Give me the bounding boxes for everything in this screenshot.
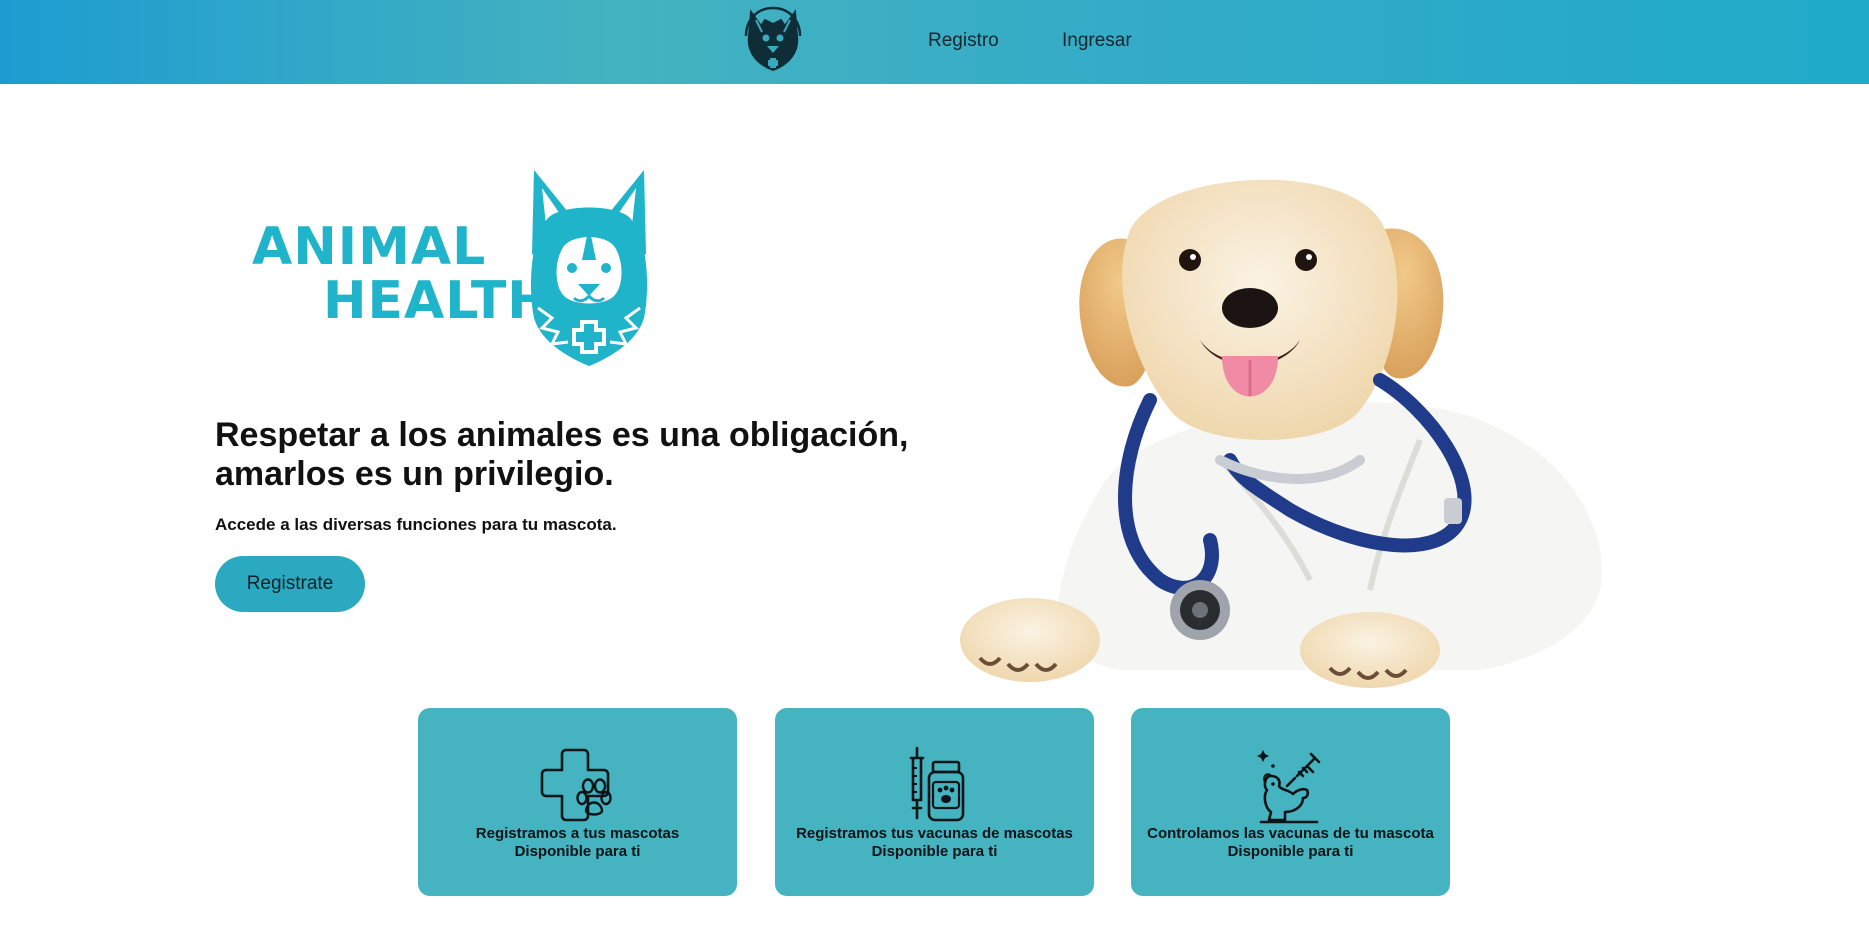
brand-text-line2: HEALTH <box>323 271 552 331</box>
feature-card-text: Controlamos las vacunas de tu mascota Di… <box>1131 825 1450 861</box>
hero-title-line2: amarlos es un privilegio. <box>215 455 614 493</box>
feature-card-text: Registramos a tus mascotas Disponible pa… <box>418 825 737 861</box>
dog-medical-logo-icon[interactable] <box>743 6 803 72</box>
feature-card-title: Registramos a tus mascotas <box>475 825 680 842</box>
brand-text-line1: ANIMAL <box>252 217 487 277</box>
top-navbar: Registro Ingresar <box>0 0 1869 84</box>
paw-cross-icon <box>540 748 612 822</box>
puppy-with-stethoscope-image <box>960 179 1602 688</box>
nav-link-registro[interactable]: Registro <box>928 30 999 52</box>
syringe-bottle-icon <box>909 746 964 822</box>
hero-title: Respetar a los animales es una obligació… <box>215 416 935 494</box>
feature-card-caption: Disponible para ti <box>1227 843 1354 860</box>
feature-card-registro-vacunas[interactable]: Registramos tus vacunas de mascotas Disp… <box>775 708 1094 896</box>
dog-head-cross-icon <box>530 170 648 366</box>
feature-card-title: Controlamos las vacunas de tu mascota <box>1147 825 1434 842</box>
nav-link-ingresar[interactable]: Ingresar <box>1062 30 1132 52</box>
registrate-button[interactable]: Registrate <box>215 556 365 612</box>
hero-title-line1: Respetar a los animales es una obligació… <box>215 416 909 454</box>
feature-card-caption: Disponible para ti <box>514 843 641 860</box>
dog-syringe-icon <box>1256 750 1320 824</box>
feature-card-text: Registramos tus vacunas de mascotas Disp… <box>775 825 1094 861</box>
feature-card-registro-mascotas[interactable]: Registramos a tus mascotas Disponible pa… <box>418 708 737 896</box>
feature-card-caption: Disponible para ti <box>871 843 998 860</box>
feature-card-title: Registramos tus vacunas de mascotas <box>796 825 1073 842</box>
feature-card-control-vacunas[interactable]: Controlamos las vacunas de tu mascota Di… <box>1131 708 1450 896</box>
hero-subtitle: Accede a las diversas funciones para tu … <box>215 515 617 534</box>
